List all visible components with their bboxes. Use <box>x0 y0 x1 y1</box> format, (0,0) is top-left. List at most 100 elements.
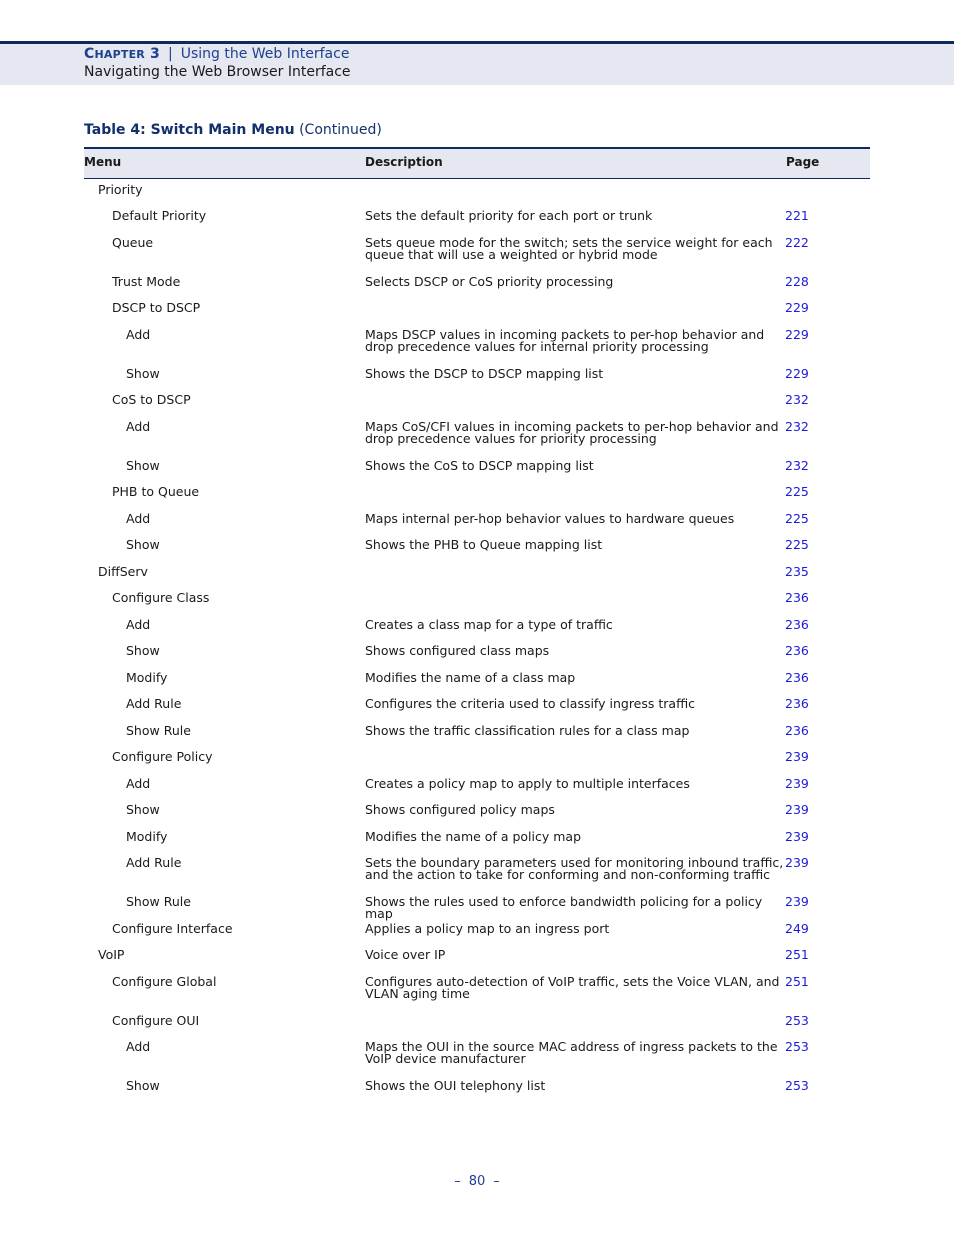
menu-item-name: Add <box>126 1039 151 1054</box>
menu-item-description: Modifies the name of a policy map <box>365 829 581 844</box>
page-link[interactable]: 239 <box>785 895 809 908</box>
menu-item-name: Add <box>126 419 151 434</box>
menu-item-name: Modify <box>126 829 168 844</box>
page-footer: –80– <box>0 1174 954 1189</box>
menu-item-name: Configure Global <box>112 974 217 989</box>
page-link[interactable]: 232 <box>785 393 809 406</box>
menu-item-name: Add <box>126 327 151 342</box>
page-link[interactable]: 239 <box>785 777 809 790</box>
menu-item-name: Modify <box>126 670 168 685</box>
menu-item-name: Show <box>126 802 160 817</box>
menu-item-description: Shows the DSCP to DSCP mapping list <box>365 366 604 381</box>
menu-item-name: Show <box>126 537 160 552</box>
page-link[interactable]: 236 <box>785 644 809 657</box>
menu-item-description: Applies a policy map to an ingress port <box>365 921 610 936</box>
menu-item-description: Creates a policy map to apply to multipl… <box>365 776 690 791</box>
menu-item-description: Maps the OUI in the source MAC address o… <box>365 1039 778 1066</box>
page-link[interactable]: 236 <box>785 591 809 604</box>
menu-item-description: Sets the boundary parameters used for mo… <box>365 855 784 882</box>
page-link[interactable]: 229 <box>785 301 809 314</box>
menu-item-name: Add <box>126 776 151 791</box>
page-link[interactable]: 251 <box>785 948 809 961</box>
page-link[interactable]: 222 <box>785 236 809 249</box>
menu-item-name: Add <box>126 511 151 526</box>
menu-item-description: Shows configured class maps <box>365 643 550 658</box>
menu-item-description: Shows configured policy maps <box>365 802 555 817</box>
menu-item-description: Configures auto-detection of VoIP traffi… <box>365 974 780 1001</box>
page-link[interactable]: 225 <box>785 512 809 525</box>
page-link[interactable]: 253 <box>785 1014 809 1027</box>
menu-item-name: Add Rule <box>126 855 182 870</box>
page-link[interactable]: 239 <box>785 803 809 816</box>
menu-item-name: Configure Policy <box>112 749 213 764</box>
chapter-label-rest: HAPTER <box>94 48 145 61</box>
table-caption-title: Table 4: Switch Main Menu <box>84 122 295 138</box>
page-link[interactable]: 228 <box>785 275 809 288</box>
page-link[interactable]: 239 <box>785 856 809 869</box>
page-link[interactable]: 253 <box>785 1040 809 1053</box>
menu-item-description: Shows the traffic classification rules f… <box>365 723 690 738</box>
section-title: Navigating the Web Browser Interface <box>84 64 351 80</box>
chapter-label: CHAPTER 3 <box>84 46 160 62</box>
page-link[interactable]: 225 <box>785 485 809 498</box>
page-link[interactable]: 236 <box>785 697 809 710</box>
menu-item-name: Queue <box>112 235 154 250</box>
menu-item-name: Add <box>126 617 151 632</box>
menu-item-name: Show <box>126 366 160 381</box>
menu-item-description: Sets queue mode for the switch; sets the… <box>365 235 773 262</box>
page-link[interactable]: 251 <box>785 975 809 988</box>
menu-item-name: Configure Class <box>112 590 210 605</box>
menu-item-name: Show <box>126 1078 160 1093</box>
menu-item-name: DSCP to DSCP <box>112 300 201 315</box>
menu-item-description: Creates a class map for a type of traffi… <box>365 617 613 632</box>
menu-item-name: Show Rule <box>126 723 191 738</box>
page-link[interactable]: 235 <box>785 565 809 578</box>
page-link[interactable]: 232 <box>785 459 809 472</box>
menu-item-description: Maps DSCP values in incoming packets to … <box>365 327 765 354</box>
chapter-separator: | <box>168 46 173 62</box>
page-link[interactable]: 239 <box>785 750 809 763</box>
footer-dash-left: – <box>454 1174 461 1189</box>
chapter-heading: CHAPTER 3 | Using the Web Interface <box>84 46 349 62</box>
menu-item-name: PHB to Queue <box>112 484 200 499</box>
menu-item-name: Configure Interface <box>112 921 233 936</box>
menu-item-name: Trust Mode <box>112 274 181 289</box>
menu-item-description: Modifies the name of a class map <box>365 670 576 685</box>
page-link[interactable]: 236 <box>785 618 809 631</box>
menu-item-description: Shows the CoS to DSCP mapping list <box>365 458 594 473</box>
page-link[interactable]: 236 <box>785 724 809 737</box>
page-link[interactable]: 236 <box>785 671 809 684</box>
page-link[interactable]: 249 <box>785 922 809 935</box>
menu-item-description: Selects DSCP or CoS priority processing <box>365 274 614 289</box>
menu-item-name: CoS to DSCP <box>112 392 191 407</box>
page-link[interactable]: 229 <box>785 328 809 341</box>
table-header: Menu Description Page <box>84 147 870 179</box>
menu-item-name: Default Priority <box>112 208 207 223</box>
menu-item-name: Priority <box>98 182 143 197</box>
menu-item-description: Maps CoS/CFI values in incoming packets … <box>365 419 779 446</box>
menu-item-description: Sets the default priority for each port … <box>365 208 653 223</box>
menu-item-name: DiffServ <box>98 564 148 579</box>
menu-item-description: Shows the OUI telephony list <box>365 1078 546 1093</box>
page-link[interactable]: 229 <box>785 367 809 380</box>
page-link[interactable]: 253 <box>785 1079 809 1092</box>
menu-item-name: Show <box>126 643 160 658</box>
chapter-number: 3 <box>150 46 160 62</box>
chapter-title: Using the Web Interface <box>180 46 350 62</box>
menu-item-description: Shows the rules used to enforce bandwidt… <box>365 894 763 921</box>
menu-item-description: Configures the criteria used to classify… <box>365 696 696 711</box>
page-link[interactable]: 221 <box>785 209 809 222</box>
page-link[interactable]: 225 <box>785 538 809 551</box>
page-link[interactable]: 239 <box>785 830 809 843</box>
page-link[interactable]: 232 <box>785 420 809 433</box>
menu-item-name: Show Rule <box>126 894 191 909</box>
menu-item-description: Shows the PHB to Queue mapping list <box>365 537 603 552</box>
table-caption-suffix: (Continued) <box>299 122 382 138</box>
menu-item-name: VoIP <box>98 947 125 962</box>
menu-item-description: Maps internal per-hop behavior values to… <box>365 511 735 526</box>
chapter-label-initial: C <box>84 46 95 62</box>
footer-dash-right: – <box>493 1174 500 1189</box>
table-caption: Table 4: Switch Main Menu (Continued) <box>84 122 382 138</box>
menu-item-name: Add Rule <box>126 696 182 711</box>
column-header-page: Page <box>786 155 820 169</box>
